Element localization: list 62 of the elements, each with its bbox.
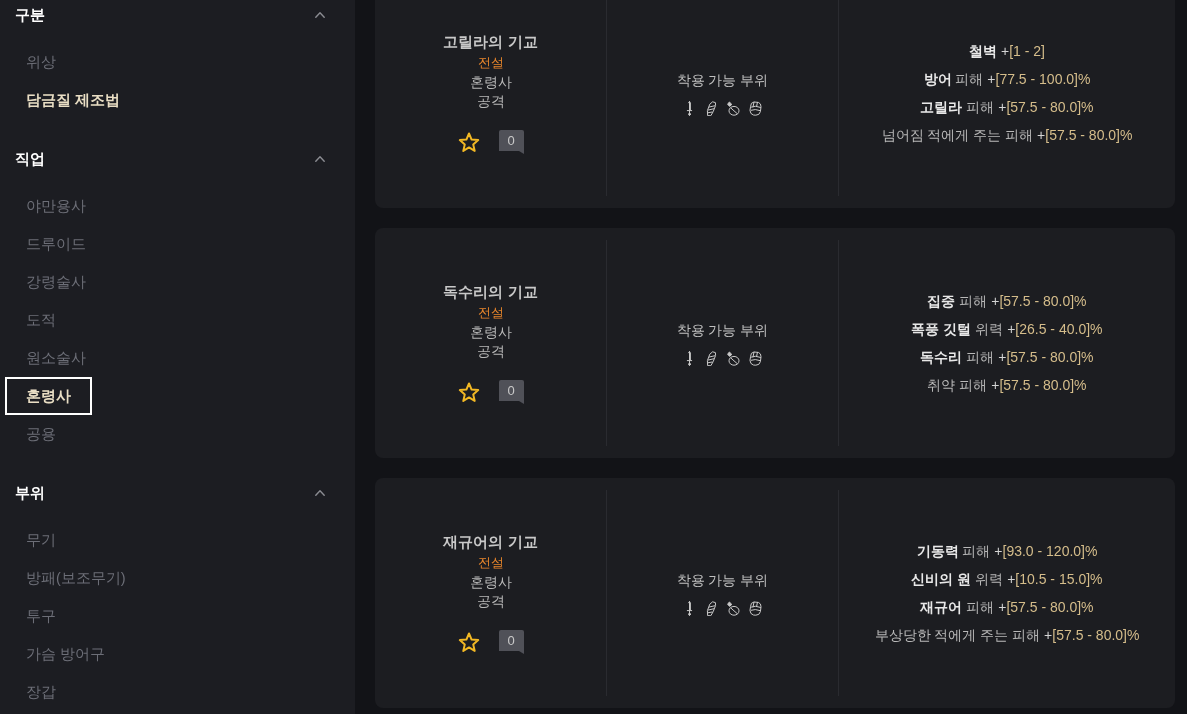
- sidebar-item[interactable]: 무기: [5, 521, 77, 559]
- stat-line: 기동력 피해 +[93.0 - 120.0]%: [916, 542, 1098, 561]
- class-label: 혼령사: [469, 574, 512, 592]
- sidebar-item[interactable]: 혼령사: [5, 377, 92, 415]
- star-icon[interactable]: [457, 631, 480, 653]
- sidebar-item[interactable]: 공용: [5, 415, 77, 453]
- chevron-up-icon: [315, 490, 325, 496]
- slots-label: 착용 가능 부위: [676, 571, 769, 590]
- stat-line: 재규어 피해 +[57.5 - 80.0]%: [920, 598, 1094, 617]
- sidebar-item[interactable]: 방패(보조무기): [5, 559, 147, 597]
- star-icon[interactable]: [457, 131, 480, 153]
- stat-line: 독수리 피해 +[57.5 - 80.0]%: [920, 348, 1094, 367]
- sidebar-item[interactable]: 투구: [5, 597, 77, 635]
- glove-icon: [705, 600, 718, 616]
- comment-count[interactable]: 0: [498, 630, 524, 654]
- glove-icon: [705, 350, 718, 366]
- type-label: 공격: [476, 593, 505, 611]
- section-header[interactable]: 부위: [15, 478, 325, 508]
- chevron-up-icon: [315, 12, 325, 18]
- comment-count[interactable]: 0: [498, 130, 524, 154]
- stat-line: 집중 피해 +[57.5 - 80.0]%: [927, 292, 1087, 311]
- sidebar-item[interactable]: 드루이드: [5, 225, 107, 263]
- section-header[interactable]: 직업: [15, 144, 325, 174]
- stat-line: 취약 피해 +[57.5 - 80.0]%: [927, 376, 1087, 395]
- sidebar-item[interactable]: 원소술사: [5, 339, 107, 377]
- class-label: 혼령사: [469, 324, 512, 342]
- fist-icon: [749, 350, 762, 366]
- recipe-name: 고릴라의 기교: [443, 33, 538, 52]
- slots-label: 착용 가능 부위: [676, 321, 769, 340]
- sidebar-item[interactable]: 강령술사: [5, 263, 107, 301]
- sidebar-item[interactable]: 위상: [5, 43, 77, 81]
- sidebar-item[interactable]: 야만용사: [5, 187, 107, 225]
- fist-icon: [749, 600, 762, 616]
- ring-icon: [727, 350, 740, 366]
- sidebar-item[interactable]: 도적: [5, 301, 77, 339]
- fist-icon: [749, 100, 762, 116]
- stat-line: 고릴라 피해 +[57.5 - 80.0]%: [920, 98, 1094, 117]
- type-label: 공격: [476, 343, 505, 361]
- stat-line: 넘어짐 적에게 주는 피해 +[57.5 - 80.0]%: [881, 126, 1133, 145]
- recipe-name: 재규어의 기교: [443, 533, 538, 552]
- stat-line: 철벽 +[1 - 2]: [969, 42, 1045, 61]
- stat-line: 방어 피해 +[77.5 - 100.0]%: [923, 70, 1091, 89]
- chevron-up-icon: [315, 156, 325, 162]
- type-label: 공격: [476, 93, 505, 111]
- rarity-label: 전설: [477, 304, 504, 322]
- rarity-label: 전설: [477, 554, 504, 572]
- stat-line: 부상당한 적에게 주는 피해 +[57.5 - 80.0]%: [874, 626, 1140, 645]
- recipe-name: 독수리의 기교: [443, 283, 538, 302]
- ring-icon: [727, 100, 740, 116]
- sidebar-item[interactable]: 가슴 방어구: [5, 635, 127, 673]
- comment-count[interactable]: 0: [498, 380, 524, 404]
- rarity-label: 전설: [477, 54, 504, 72]
- sidebar-item[interactable]: 장갑: [5, 673, 77, 711]
- stat-line: 폭풍 깃털 위력 +[26.5 - 40.0]%: [911, 320, 1103, 339]
- section-header[interactable]: 구분: [15, 0, 325, 30]
- slots-label: 착용 가능 부위: [676, 71, 769, 90]
- glove-icon: [705, 100, 718, 116]
- sidebar-item[interactable]: 담금질 제조법: [5, 81, 142, 119]
- stat-line: 신비의 원 위력 +[10.5 - 15.0]%: [911, 570, 1103, 589]
- star-icon[interactable]: [457, 381, 480, 403]
- class-label: 혼령사: [469, 74, 512, 92]
- ring-icon: [727, 600, 740, 616]
